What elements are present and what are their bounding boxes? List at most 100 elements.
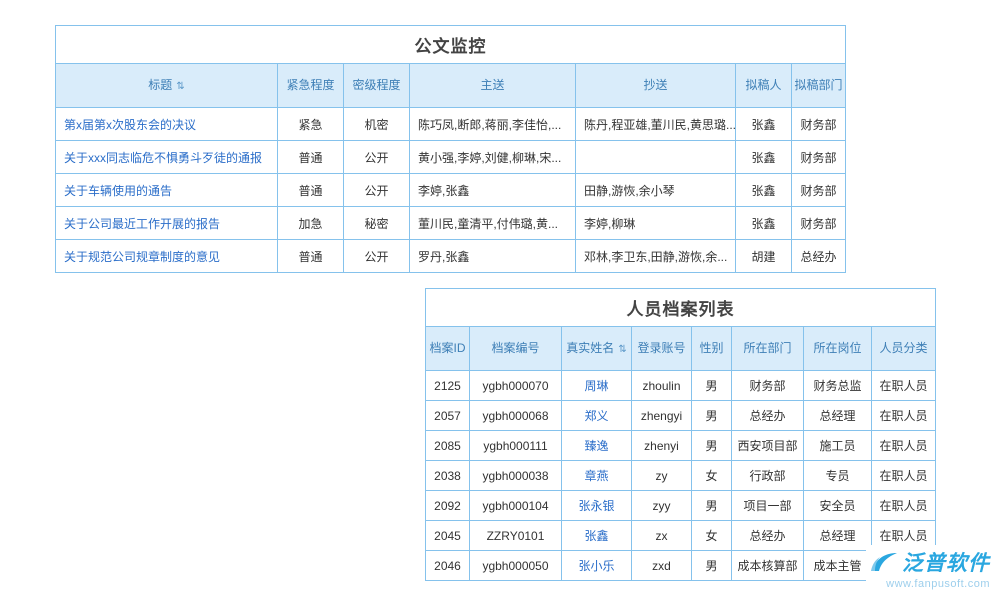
copy_send-cell: 陈丹,程亚雄,董川民,黄思璐... — [576, 108, 736, 141]
dept-cell: 财务部 — [732, 371, 804, 401]
brand-watermark: 泛普软件 www.fanpusoft.com — [866, 545, 994, 592]
account-cell: zx — [632, 521, 692, 551]
title-cell[interactable]: 关于规范公司规章制度的意见 — [56, 240, 278, 273]
table-row: 第x届第x次股东会的决议紧急机密陈巧凤,断郎,蒋丽,李佳怡,...陈丹,程亚雄,… — [56, 108, 846, 141]
table-row: 关于xxx同志临危不惧勇斗歹徒的通报普通公开黄小强,李婷,刘健,柳琳,宋...张… — [56, 141, 846, 174]
table-row: 2046ygbh000050张小乐zxd男成本核算部成本主管在职人员 — [426, 551, 936, 581]
account-cell: zhengyi — [632, 401, 692, 431]
name-cell[interactable]: 张小乐 — [562, 551, 632, 581]
id-cell: 2045 — [426, 521, 470, 551]
category-cell: 在职人员 — [872, 431, 936, 461]
col-header-post: 所在岗位 — [804, 327, 872, 371]
col-header-real-name-label: 真实姓名 — [566, 341, 614, 355]
id-cell: 2038 — [426, 461, 470, 491]
secrecy-cell: 机密 — [344, 108, 410, 141]
name-cell[interactable]: 张鑫 — [562, 521, 632, 551]
personnel-table-title: 人员档案列表 — [426, 289, 936, 327]
name-cell[interactable]: 臻逸 — [562, 431, 632, 461]
main_send-cell: 罗丹,张鑫 — [410, 240, 576, 273]
name-cell[interactable]: 郑义 — [562, 401, 632, 431]
col-header-main-send: 主送 — [410, 64, 576, 108]
table-row: 关于规范公司规章制度的意见普通公开罗丹,张鑫邓林,李卫东,田静,游恢,余...胡… — [56, 240, 846, 273]
account-cell: zy — [632, 461, 692, 491]
title-cell[interactable]: 关于公司最近工作开展的报告 — [56, 207, 278, 240]
gender-cell: 男 — [692, 431, 732, 461]
drafter-cell: 张鑫 — [736, 174, 792, 207]
id-cell: 2057 — [426, 401, 470, 431]
copy_send-cell: 田静,游恢,余小琴 — [576, 174, 736, 207]
dept-cell: 总经办 — [732, 401, 804, 431]
col-header-real-name[interactable]: 真实姓名 ⇅ — [562, 327, 632, 371]
table-row: 关于车辆使用的通告普通公开李婷,张鑫田静,游恢,余小琴张鑫财务部 — [56, 174, 846, 207]
doc-table-title: 公文监控 — [56, 26, 846, 64]
table-row: 2092ygbh000104张永银zyy男项目一部安全员在职人员 — [426, 491, 936, 521]
code-cell: ygbh000070 — [470, 371, 562, 401]
title-cell[interactable]: 关于车辆使用的通告 — [56, 174, 278, 207]
code-cell: ZZRY0101 — [470, 521, 562, 551]
post-cell: 安全员 — [804, 491, 872, 521]
table-row: 2085ygbh000111臻逸zhenyi男西安项目部施工员在职人员 — [426, 431, 936, 461]
code-cell: ygbh000050 — [470, 551, 562, 581]
table-row: 2057ygbh000068郑义zhengyi男总经办总经理在职人员 — [426, 401, 936, 431]
table-row: 2125ygbh000070周琳zhoulin男财务部财务总监在职人员 — [426, 371, 936, 401]
account-cell: zxd — [632, 551, 692, 581]
main_send-cell: 陈巧凤,断郎,蒋丽,李佳怡,... — [410, 108, 576, 141]
col-header-account: 登录账号 — [632, 327, 692, 371]
post-cell: 施工员 — [804, 431, 872, 461]
gender-cell: 男 — [692, 551, 732, 581]
gender-cell: 男 — [692, 401, 732, 431]
title-cell[interactable]: 关于xxx同志临危不惧勇斗歹徒的通报 — [56, 141, 278, 174]
col-header-archive-code: 档案编号 — [470, 327, 562, 371]
post-cell: 专员 — [804, 461, 872, 491]
col-header-drafter: 拟稿人 — [736, 64, 792, 108]
code-cell: ygbh000104 — [470, 491, 562, 521]
main_send-cell: 李婷,张鑫 — [410, 174, 576, 207]
dept-cell: 财务部 — [792, 108, 846, 141]
name-cell[interactable]: 周琳 — [562, 371, 632, 401]
id-cell: 2046 — [426, 551, 470, 581]
category-cell: 在职人员 — [872, 461, 936, 491]
copy_send-cell: 邓林,李卫东,田静,游恢,余... — [576, 240, 736, 273]
brand-logo-icon — [870, 552, 898, 572]
code-cell: ygbh000038 — [470, 461, 562, 491]
dept-cell: 成本核算部 — [732, 551, 804, 581]
personnel-header-row: 档案ID 档案编号 真实姓名⇅ 登录账号 性别 所在部门 所在岗位 人员分类 — [426, 327, 936, 371]
urgency-cell: 普通 — [278, 141, 344, 174]
col-header-dept: 所在部门 — [732, 327, 804, 371]
brand-url: www.fanpusoft.com — [870, 578, 990, 590]
col-header-title[interactable]: 标题 ⇅ — [56, 64, 278, 108]
sort-icon[interactable]: ⇅ — [618, 343, 626, 358]
name-cell[interactable]: 章燕 — [562, 461, 632, 491]
doc-header-row: 标题⇅ 紧急程度 密级程度 主送 抄送 拟稿人 拟稿部门 — [56, 64, 846, 108]
post-cell: 成本主管 — [804, 551, 872, 581]
sort-icon[interactable]: ⇅ — [176, 80, 184, 95]
category-cell: 在职人员 — [872, 371, 936, 401]
doc-table-body: 第x届第x次股东会的决议紧急机密陈巧凤,断郎,蒋丽,李佳怡,...陈丹,程亚雄,… — [56, 108, 846, 273]
id-cell: 2092 — [426, 491, 470, 521]
col-header-category: 人员分类 — [872, 327, 936, 371]
table-row: 2038ygbh000038章燕zy女行政部专员在职人员 — [426, 461, 936, 491]
urgency-cell: 紧急 — [278, 108, 344, 141]
category-cell: 在职人员 — [872, 401, 936, 431]
drafter-cell: 张鑫 — [736, 108, 792, 141]
name-cell[interactable]: 张永银 — [562, 491, 632, 521]
personnel-title-row: 人员档案列表 — [426, 289, 936, 327]
secrecy-cell: 公开 — [344, 240, 410, 273]
drafter-cell: 胡建 — [736, 240, 792, 273]
col-header-title-label: 标题 — [148, 78, 172, 92]
table-row: 2045ZZRY0101张鑫zx女总经办总经理在职人员 — [426, 521, 936, 551]
doc-monitor-panel: 公文监控 标题⇅ 紧急程度 密级程度 主送 抄送 拟稿人 拟稿部门 第x届第x次… — [55, 25, 845, 273]
col-header-gender: 性别 — [692, 327, 732, 371]
copy_send-cell: 李婷,柳琳 — [576, 207, 736, 240]
post-cell: 总经理 — [804, 401, 872, 431]
account-cell: zhoulin — [632, 371, 692, 401]
doc-title-row: 公文监控 — [56, 26, 846, 64]
gender-cell: 女 — [692, 461, 732, 491]
gender-cell: 男 — [692, 491, 732, 521]
title-cell[interactable]: 第x届第x次股东会的决议 — [56, 108, 278, 141]
dept-cell: 总经办 — [732, 521, 804, 551]
post-cell: 总经理 — [804, 521, 872, 551]
urgency-cell: 加急 — [278, 207, 344, 240]
col-header-urgency: 紧急程度 — [278, 64, 344, 108]
col-header-draft-dept: 拟稿部门 — [792, 64, 846, 108]
